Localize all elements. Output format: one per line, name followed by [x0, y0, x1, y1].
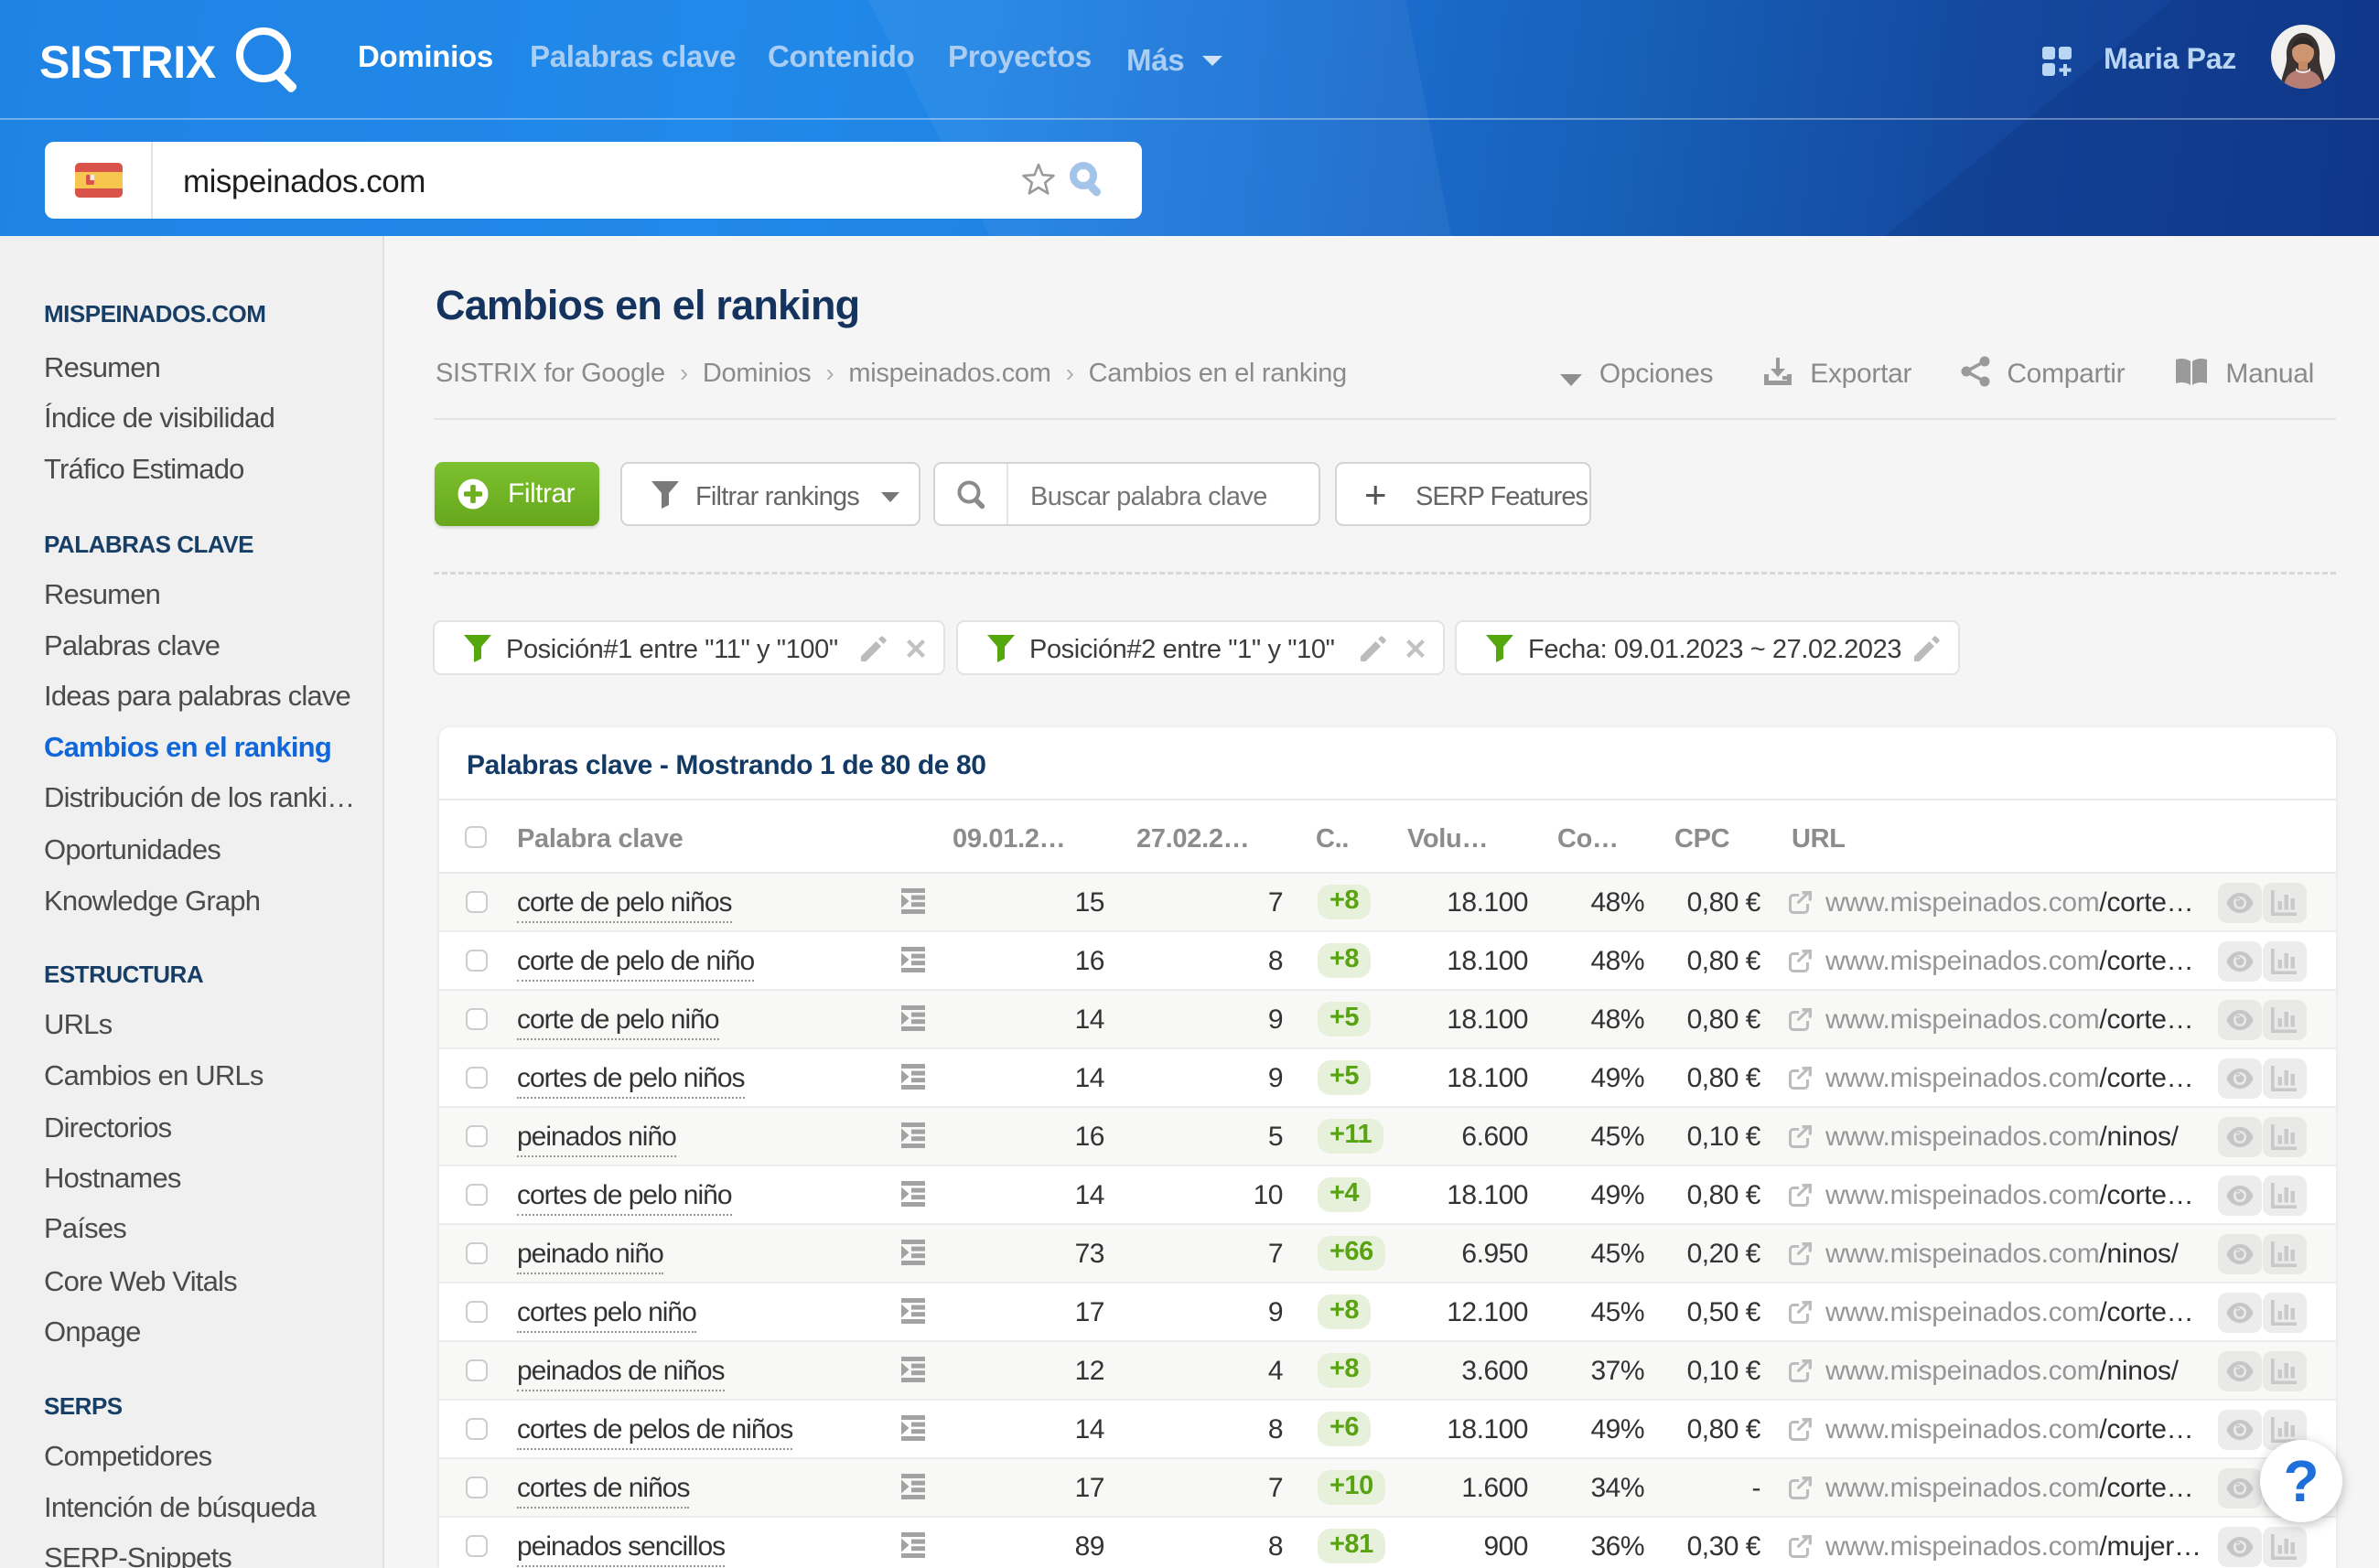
- svg-text:?: ?: [2283, 1448, 2319, 1514]
